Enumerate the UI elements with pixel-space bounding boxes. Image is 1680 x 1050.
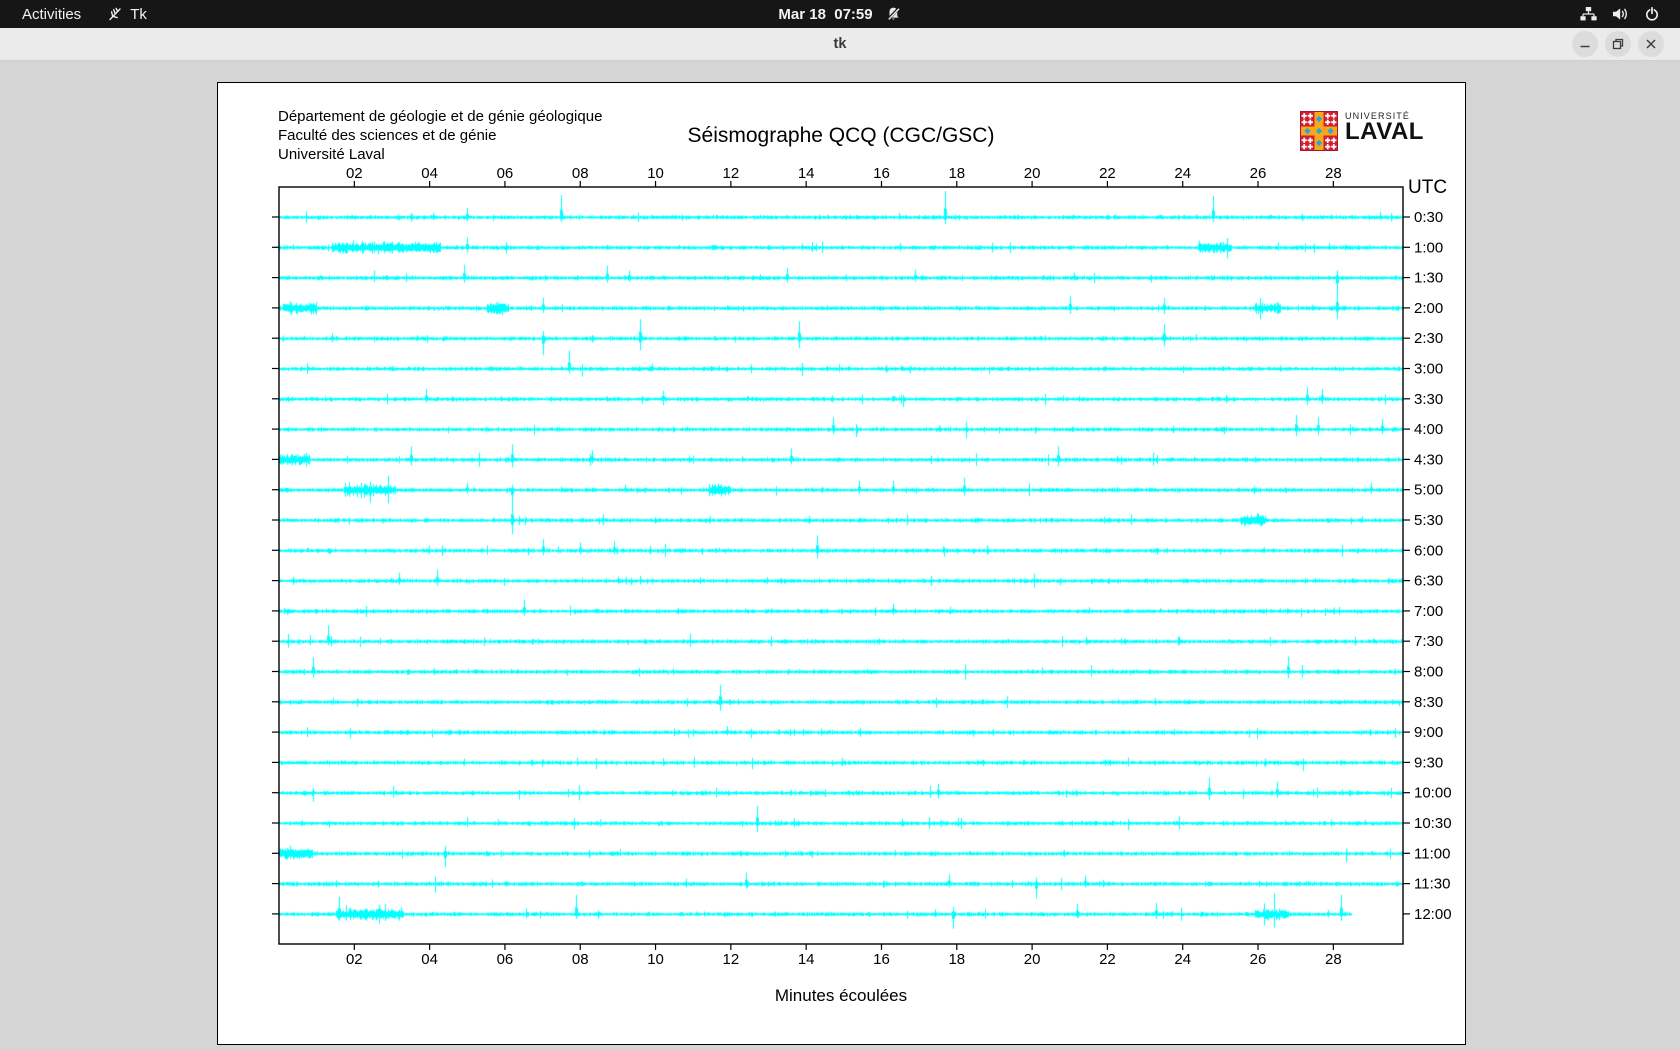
app-name: Tk bbox=[130, 5, 147, 23]
x-tick-label-bottom: 08 bbox=[572, 951, 589, 968]
utc-time-label: 8:30 bbox=[1414, 694, 1443, 711]
utc-time-label: 2:30 bbox=[1414, 330, 1443, 347]
x-tick-label-bottom: 20 bbox=[1024, 951, 1041, 968]
x-tick-label-top: 08 bbox=[572, 165, 589, 182]
crest-cross bbox=[1307, 139, 1313, 142]
desktop-background: Département de géologie et de génie géol… bbox=[0, 61, 1680, 1050]
utc-time-label: 4:00 bbox=[1414, 421, 1443, 438]
x-tick-label-bottom: 02 bbox=[346, 951, 363, 968]
x-tick-label-bottom: 22 bbox=[1099, 951, 1116, 968]
x-tick-label-top: 22 bbox=[1099, 165, 1116, 182]
x-tick-label-bottom: 12 bbox=[723, 951, 740, 968]
crest-cross bbox=[1307, 121, 1313, 124]
utc-time-label: 9:00 bbox=[1414, 724, 1443, 741]
x-axis-label: Minutes écoulées bbox=[774, 986, 908, 1005]
minimize-button[interactable] bbox=[1572, 31, 1598, 57]
utc-time-label: 3:30 bbox=[1414, 391, 1443, 408]
top-bar: Activities Tk Mar 18 07:59 bbox=[0, 0, 1680, 28]
laval-logo: UNIVERSITÉ LAVAL bbox=[1300, 111, 1424, 151]
x-tick-label-bottom: 14 bbox=[798, 951, 815, 968]
crest-cross bbox=[1325, 121, 1331, 124]
activities-label: Activities bbox=[22, 5, 82, 23]
network-icon bbox=[1580, 7, 1597, 21]
activities-button[interactable]: Activities bbox=[22, 6, 81, 23]
clock: Mar 18 07:59 bbox=[778, 5, 873, 23]
system-status-menu[interactable] bbox=[1574, 5, 1680, 23]
app-menu[interactable]: Tk bbox=[107, 6, 147, 23]
utc-time-label: 12:00 bbox=[1414, 906, 1452, 923]
crest-cross bbox=[1325, 145, 1331, 148]
x-tick-label-top: 26 bbox=[1250, 165, 1267, 182]
window-title: tk bbox=[833, 36, 847, 52]
x-tick-label-top: 06 bbox=[497, 165, 514, 182]
close-button[interactable] bbox=[1638, 31, 1664, 57]
chart-title: Séismographe QCQ (CGC/GSC) bbox=[687, 124, 995, 147]
x-tick-label-top: 28 bbox=[1325, 165, 1342, 182]
utc-time-label: 5:00 bbox=[1414, 482, 1443, 499]
maximize-button[interactable] bbox=[1605, 31, 1631, 57]
x-tick-label-top: 14 bbox=[798, 165, 815, 182]
x-tick-label-top: 10 bbox=[647, 165, 664, 182]
crest-cross bbox=[1301, 114, 1307, 117]
notifications-muted-icon bbox=[887, 7, 900, 21]
x-tick-label-bottom: 26 bbox=[1250, 951, 1267, 968]
utc-time-label: 3:00 bbox=[1414, 361, 1443, 378]
clock-menu[interactable]: Mar 18 07:59 bbox=[772, 5, 907, 24]
maximize-icon bbox=[1612, 38, 1624, 50]
minimize-icon bbox=[1580, 45, 1590, 48]
crest-cross bbox=[1325, 139, 1331, 142]
utc-time-label: 6:00 bbox=[1414, 542, 1443, 559]
crest-cross bbox=[1301, 121, 1307, 124]
x-tick-label-top: 04 bbox=[421, 165, 438, 182]
utc-time-label: 10:30 bbox=[1414, 815, 1452, 832]
close-icon bbox=[1646, 39, 1656, 49]
crest-cross bbox=[1301, 145, 1307, 148]
utc-time-label: 11:00 bbox=[1414, 845, 1450, 862]
x-tick-label-top: 18 bbox=[948, 165, 965, 182]
tk-icon bbox=[109, 7, 121, 21]
x-tick-label-bottom: 24 bbox=[1174, 951, 1191, 968]
crest-cross bbox=[1307, 145, 1313, 148]
volume-icon bbox=[1613, 8, 1627, 20]
crest-cross bbox=[1331, 121, 1337, 124]
utc-time-label: 9:30 bbox=[1414, 754, 1443, 771]
utc-axis-title: UTC bbox=[1408, 177, 1447, 198]
x-tick-label-top: 20 bbox=[1024, 165, 1041, 182]
x-tick-label-top: 02 bbox=[346, 165, 363, 182]
utc-time-label: 8:00 bbox=[1414, 664, 1443, 681]
seismograph-window: Département de géologie et de génie géol… bbox=[217, 82, 1466, 1045]
utc-time-label: 10:00 bbox=[1414, 785, 1452, 802]
logo-laval: LAVAL bbox=[1345, 118, 1424, 145]
x-tick-label-bottom: 18 bbox=[948, 951, 965, 968]
x-tick-label-top: 12 bbox=[723, 165, 740, 182]
utc-time-label: 7:00 bbox=[1414, 603, 1443, 620]
utc-time-label: 4:30 bbox=[1414, 451, 1443, 468]
crest-cross bbox=[1331, 114, 1337, 117]
x-tick-label-bottom: 16 bbox=[873, 951, 890, 968]
x-tick-label-top: 16 bbox=[873, 165, 890, 182]
seismogram-traces bbox=[279, 187, 1403, 944]
utc-time-label: 7:30 bbox=[1414, 633, 1443, 650]
crest-cross bbox=[1331, 145, 1337, 148]
utc-time-label: 1:30 bbox=[1414, 270, 1443, 287]
x-tick-label-bottom: 06 bbox=[497, 951, 514, 968]
utc-time-label: 11:30 bbox=[1414, 876, 1450, 893]
crest-cross bbox=[1307, 114, 1313, 117]
x-tick-label-bottom: 10 bbox=[647, 951, 664, 968]
utc-time-label: 1:00 bbox=[1414, 239, 1443, 256]
power-icon bbox=[1646, 6, 1658, 21]
window-titlebar[interactable]: tk bbox=[0, 28, 1680, 61]
x-tick-label-top: 24 bbox=[1174, 165, 1191, 182]
utc-time-label: 6:30 bbox=[1414, 573, 1443, 590]
x-tick-label-bottom: 04 bbox=[421, 951, 438, 968]
utc-time-label: 2:00 bbox=[1414, 300, 1443, 317]
utc-time-label: 5:30 bbox=[1414, 512, 1443, 529]
crest-cross bbox=[1301, 139, 1307, 142]
laval-crest-icon bbox=[1300, 111, 1338, 151]
utc-time-label: 0:30 bbox=[1414, 209, 1443, 226]
crest-cross bbox=[1325, 114, 1331, 117]
crest-cross bbox=[1331, 139, 1337, 142]
x-tick-label-bottom: 28 bbox=[1325, 951, 1342, 968]
